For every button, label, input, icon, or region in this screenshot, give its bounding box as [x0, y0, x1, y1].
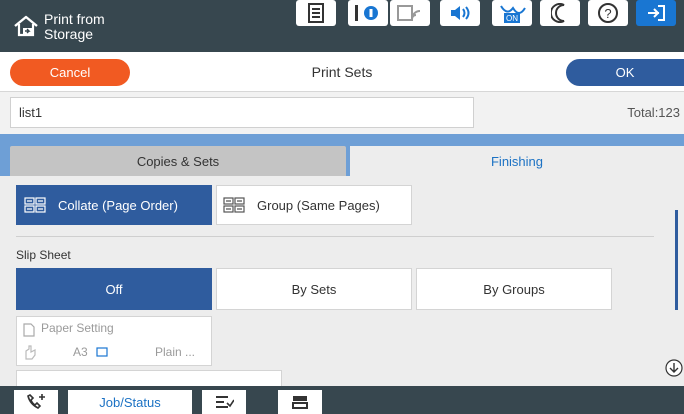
paper-type: Plain ... — [155, 345, 196, 359]
slip-sheet-by-groups-button[interactable]: By Groups — [416, 268, 612, 310]
exit-icon[interactable] — [636, 0, 676, 26]
slip-sheet-by-sets-button[interactable]: By Sets — [216, 268, 412, 310]
eco-on-label: ON — [506, 14, 518, 23]
paper-size: A3 — [73, 345, 88, 359]
job-status-button[interactable]: Job/Status — [68, 390, 192, 414]
fax-icon[interactable] — [14, 390, 58, 414]
home-icon[interactable] — [12, 14, 40, 38]
finishing-panel: Collate (Page Order) Group (Same Pages) … — [0, 176, 684, 386]
app-title-line2: Storage — [44, 26, 94, 42]
volume-icon[interactable] — [440, 0, 480, 26]
app-title: Print from Storage — [44, 12, 164, 42]
collate-page-order-label: Collate (Page Order) — [58, 197, 178, 213]
eco-on-icon[interactable]: ON — [492, 0, 532, 26]
paper-setting-title: Paper Setting — [41, 321, 114, 335]
collate-page-order-button[interactable]: Collate (Page Order) — [16, 185, 212, 225]
group-icon — [223, 197, 245, 213]
divider — [16, 236, 654, 237]
group-same-pages-label: Group (Same Pages) — [257, 197, 380, 213]
document-icon[interactable] — [296, 0, 336, 26]
group-same-pages-button[interactable]: Group (Same Pages) — [216, 185, 412, 225]
list-name-field[interactable]: list1 — [10, 97, 474, 128]
scrollbar[interactable] — [675, 210, 678, 310]
action-bar: Cancel Print Sets OK — [0, 52, 684, 92]
wifi-icon[interactable] — [390, 0, 430, 26]
info-icon[interactable] — [348, 0, 388, 26]
bottom-bar: Job/Status — [0, 386, 684, 414]
tab-finishing[interactable]: Finishing — [350, 146, 684, 176]
landscape-icon — [96, 347, 108, 357]
paper-icon — [23, 323, 35, 337]
svg-text:?: ? — [604, 6, 611, 21]
tab-bar: Copies & Sets Finishing — [0, 134, 684, 176]
next-setting-button[interactable] — [16, 370, 282, 386]
ok-button[interactable]: OK — [566, 59, 684, 86]
sleep-icon[interactable] — [540, 0, 580, 26]
slip-sheet-off-button[interactable]: Off — [16, 268, 212, 310]
help-icon[interactable]: ? — [588, 0, 628, 26]
stop-icon[interactable] — [278, 390, 322, 414]
total-count: Total:123 — [627, 105, 680, 120]
slip-sheet-label: Slip Sheet — [16, 248, 71, 262]
app-title-line1: Print from — [44, 11, 105, 27]
job-list-icon[interactable] — [202, 390, 246, 414]
manual-feed-icon — [25, 345, 36, 360]
scroll-down-icon[interactable] — [665, 359, 683, 377]
status-bar: Print from Storage ON ? — [0, 0, 684, 52]
paper-setting-button[interactable]: Paper Setting A3 Plain ... — [16, 316, 212, 366]
tab-copies-and-sets[interactable]: Copies & Sets — [10, 146, 346, 176]
name-row: list1 Total:123 — [0, 92, 684, 134]
collate-icon — [24, 197, 46, 213]
